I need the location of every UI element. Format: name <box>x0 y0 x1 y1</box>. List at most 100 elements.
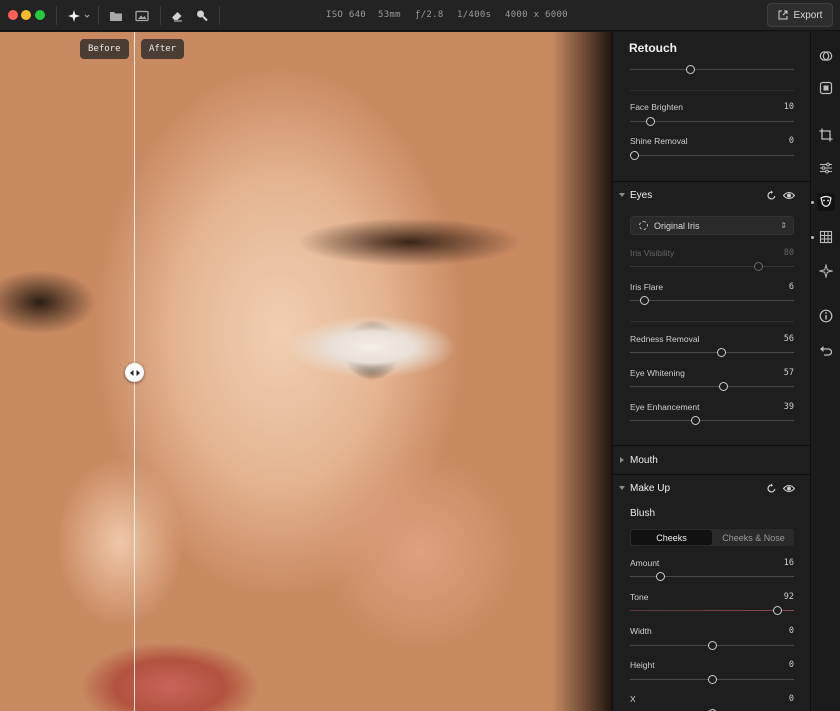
amount-label: Amount <box>630 558 660 568</box>
iris-visibility-thumb <box>754 262 763 271</box>
eye-enhancement-thumb[interactable] <box>691 416 700 425</box>
history-button[interactable] <box>817 342 835 360</box>
up-down-chevron-icon: ⇕ <box>780 221 787 230</box>
active-indicator <box>811 201 814 204</box>
eye-whitening-value[interactable]: 57 <box>784 368 794 378</box>
export-button[interactable]: Export <box>767 3 833 27</box>
amount-value[interactable]: 16 <box>784 558 794 568</box>
aperture-value: ƒ/2.8 <box>415 10 444 20</box>
tab-cheeks[interactable]: Cheeks <box>631 530 712 545</box>
photo-canvas[interactable]: Before After <box>0 32 612 711</box>
tone-value[interactable]: 92 <box>784 592 794 602</box>
creative-button[interactable] <box>817 262 835 280</box>
eye-visibility-icon[interactable] <box>783 190 795 201</box>
amount-thumb[interactable] <box>656 572 665 581</box>
tab-cheeks-and-nose[interactable]: Cheeks & Nose <box>713 529 794 546</box>
x-value[interactable]: 0 <box>789 694 794 704</box>
eye-visibility-icon[interactable] <box>783 483 795 494</box>
export-label: Export <box>793 9 823 21</box>
tone-thumb[interactable] <box>773 606 782 615</box>
grid-icon <box>819 230 833 244</box>
shine-removal-thumb[interactable] <box>630 151 639 160</box>
eraser-tool-button[interactable] <box>168 7 186 24</box>
makeup-section-title: Make Up <box>630 483 671 494</box>
layers-button[interactable] <box>817 47 835 65</box>
dashed-circle-icon <box>639 221 648 230</box>
iris-flare-label: Iris Flare <box>630 282 664 292</box>
reset-icon[interactable] <box>766 483 777 494</box>
photo-metadata: ISO 640 53mm ƒ/2.8 1/400s 4000 x 6000 <box>326 10 575 20</box>
eye-enhancement-label: Eye Enhancement <box>630 402 700 412</box>
redness-removal-slider[interactable] <box>630 352 794 353</box>
redness-removal-value[interactable]: 56 <box>784 334 794 344</box>
mask-button[interactable] <box>817 79 835 97</box>
iris-visibility-slider <box>630 266 794 267</box>
split-drag-handle[interactable] <box>125 363 144 382</box>
toolbar-divider <box>219 6 220 25</box>
retouch-face-icon <box>820 195 832 207</box>
iris-type-select[interactable]: Original Iris ⇕ <box>630 216 794 235</box>
crop-icon <box>819 128 833 142</box>
retouch-button[interactable] <box>817 193 835 211</box>
image-browser-button[interactable] <box>133 7 151 24</box>
iris-flare-slider[interactable] <box>630 300 794 301</box>
iris-flare-value[interactable]: 6 <box>789 282 794 292</box>
tone-label: Tone <box>630 592 649 602</box>
tool-rail <box>810 32 840 711</box>
mouth-section-title: Mouth <box>630 455 658 466</box>
eye-whitening-slider[interactable] <box>630 386 794 387</box>
iris-flare-thumb[interactable] <box>640 296 649 305</box>
clone-stamp-tool-button[interactable] <box>193 7 211 24</box>
shine-removal-label: Shine Removal <box>630 136 688 146</box>
adjust-icon <box>820 162 832 174</box>
width-value[interactable]: 0 <box>789 626 794 636</box>
makeup-section-header[interactable]: Make Up <box>613 478 810 500</box>
export-icon <box>778 10 788 20</box>
after-label: After <box>141 39 185 59</box>
reset-icon[interactable] <box>766 190 777 201</box>
title-bar: ISO 640 53mm ƒ/2.8 1/400s 4000 x 6000 Ex… <box>0 0 840 31</box>
redness-removal-thumb[interactable] <box>717 348 726 357</box>
face-brighten-value[interactable]: 10 <box>784 102 794 112</box>
eye-enhancement-slider[interactable] <box>630 420 794 421</box>
eye-whitening-thumb[interactable] <box>719 382 728 391</box>
image-dimensions-value: 4000 x 6000 <box>505 10 568 20</box>
slider-thumb[interactable] <box>686 65 695 74</box>
info-button[interactable] <box>817 307 835 325</box>
eyes-section-title: Eyes <box>630 190 653 201</box>
adjustments-button[interactable] <box>817 159 835 177</box>
section-divider <box>613 181 810 182</box>
layers-grid-button[interactable] <box>817 228 835 246</box>
eye-enhancement-value[interactable]: 39 <box>784 402 794 412</box>
height-thumb[interactable] <box>708 675 717 684</box>
face-brighten-label: Face Brighten <box>630 102 683 112</box>
panel-title: Retouch <box>629 41 677 55</box>
shine-removal-value[interactable]: 0 <box>789 136 794 146</box>
divider <box>630 321 794 322</box>
shine-removal-slider[interactable] <box>630 155 794 156</box>
eraser-icon <box>172 12 182 22</box>
folder-button[interactable] <box>107 7 125 24</box>
eye-whitening-label: Eye Whitening <box>630 368 685 378</box>
toolbar-divider <box>98 6 99 25</box>
zoom-window-button[interactable] <box>35 10 45 20</box>
crop-button[interactable] <box>817 126 835 144</box>
slider-track[interactable] <box>630 69 794 70</box>
undo-icon <box>820 346 833 356</box>
minimize-window-button[interactable] <box>21 10 31 20</box>
width-thumb[interactable] <box>708 641 717 650</box>
before-label: Before <box>80 39 129 59</box>
ai-tools-menu-button[interactable] <box>66 7 92 24</box>
mouth-section-header[interactable]: Mouth <box>613 450 810 472</box>
select-icon <box>819 81 833 95</box>
height-value[interactable]: 0 <box>789 660 794 670</box>
face-brighten-thumb[interactable] <box>646 117 655 126</box>
sparkle-star-icon <box>68 9 90 22</box>
amount-slider[interactable] <box>630 576 794 577</box>
tone-slider[interactable] <box>630 610 794 611</box>
iso-value: ISO 640 <box>326 10 367 20</box>
folder-icon <box>110 11 122 21</box>
close-window-button[interactable] <box>8 10 18 20</box>
eyes-section-header[interactable]: Eyes <box>613 185 810 207</box>
retouch-panel: Retouch Face Brighten 10 Shine Removal 0… <box>612 32 810 711</box>
